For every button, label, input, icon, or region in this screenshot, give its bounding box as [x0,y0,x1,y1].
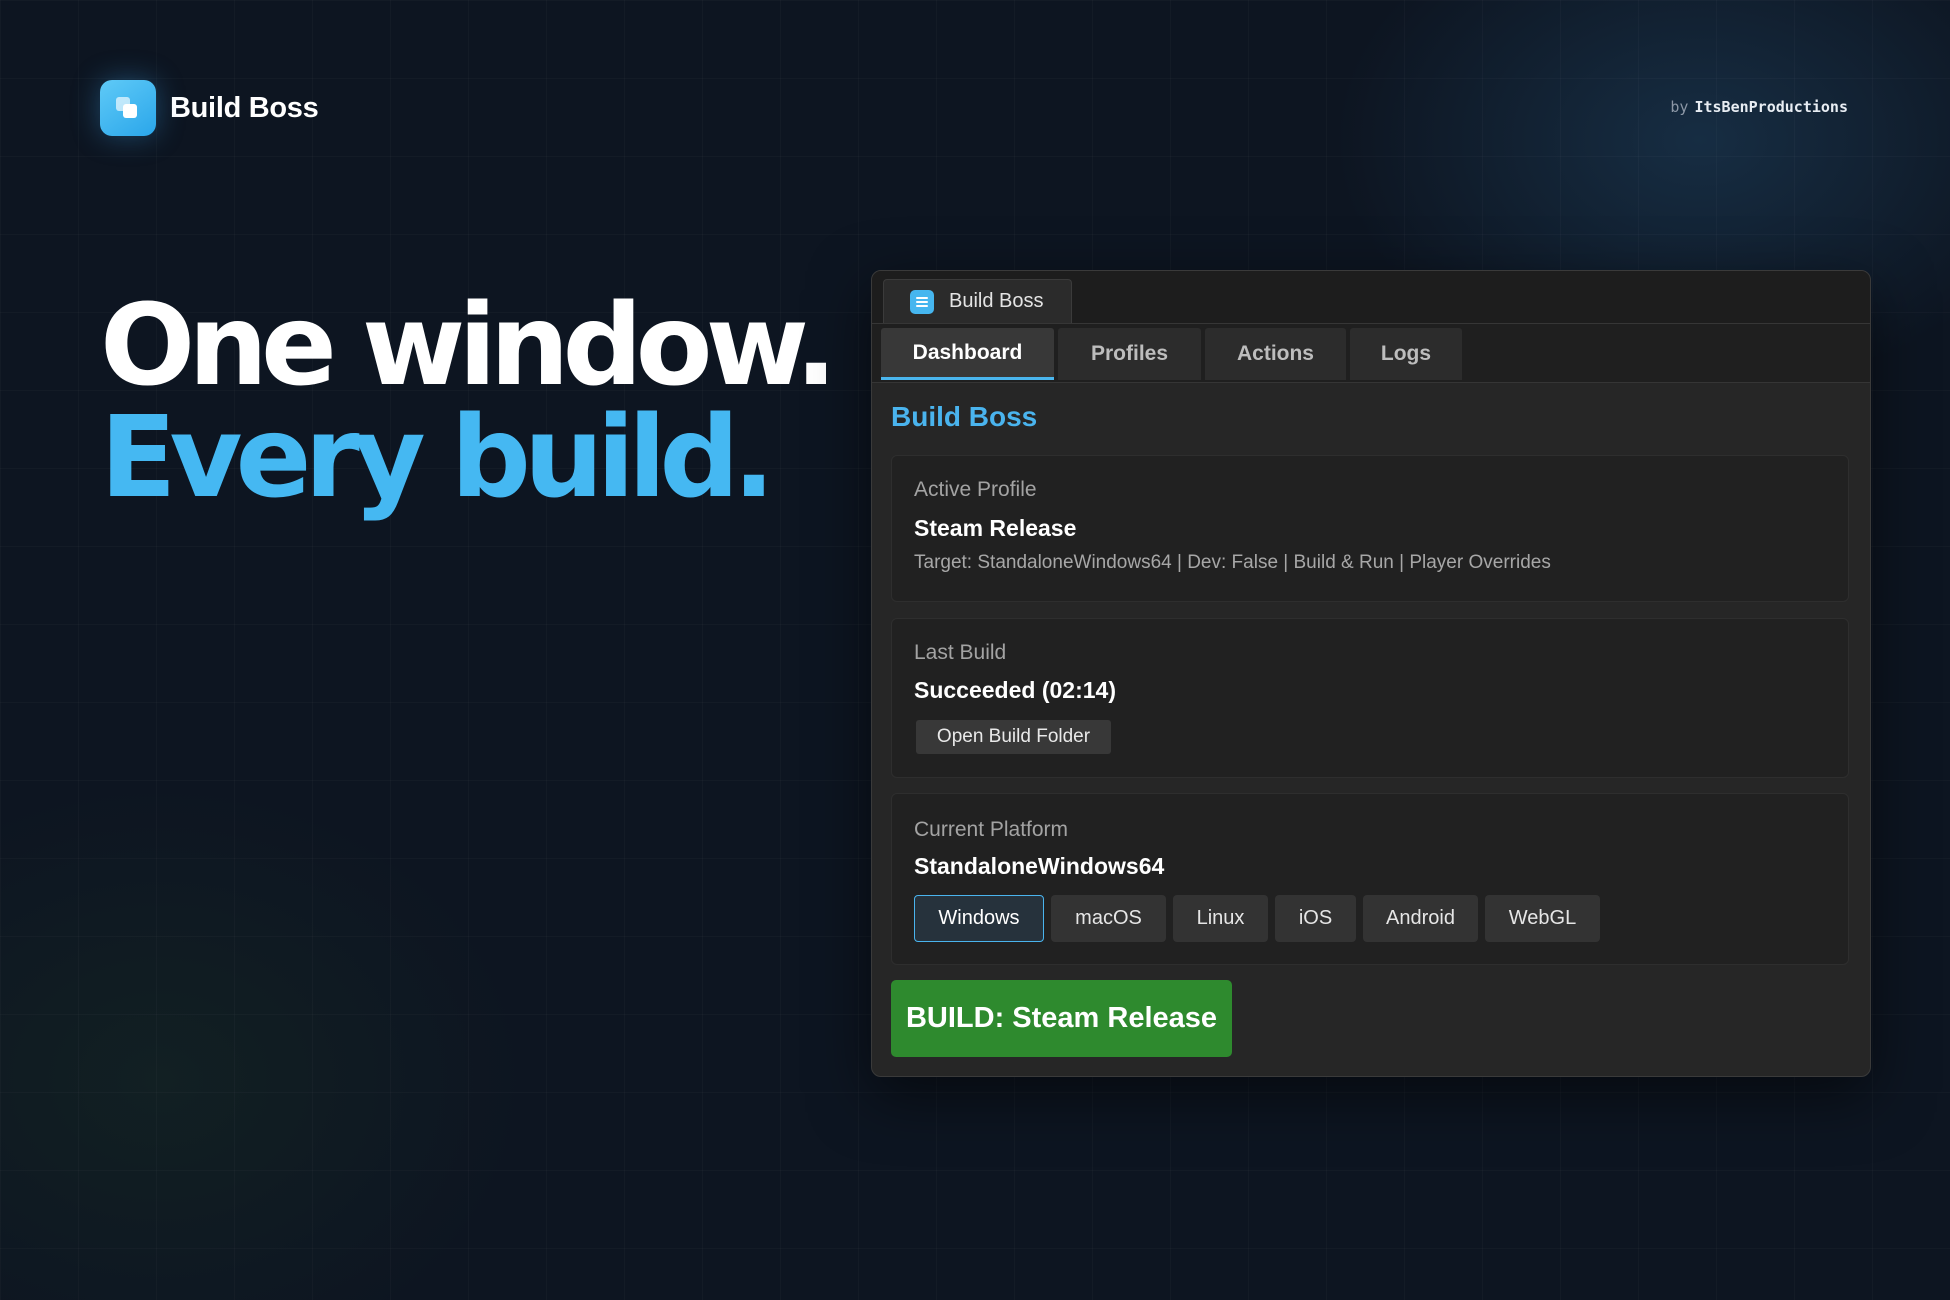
last-build-value: Succeeded (02:14) [914,677,1116,703]
platform-ios-button[interactable]: iOS [1275,895,1356,942]
tab-dashboard[interactable]: Dashboard [881,328,1054,380]
tab-bar: Dashboard Profiles Actions Logs [872,324,1870,383]
platform-windows-button[interactable]: Windows [914,895,1044,942]
build-boss-logo-icon [100,80,156,136]
platform-linux-button[interactable]: Linux [1173,895,1268,942]
active-profile-card: Active Profile Steam Release Target: Sta… [891,455,1849,602]
panel-title: Build Boss [891,401,1038,432]
platform-android-button[interactable]: Android [1363,895,1478,942]
last-build-card: Last Build Succeeded (02:14) Open Build … [891,618,1849,778]
byline-prefix: by [1670,98,1689,116]
platform-macos-button[interactable]: macOS [1051,895,1166,942]
window-app-icon [910,289,934,314]
tab-profiles[interactable]: Profiles [1058,328,1201,380]
hero-line-2: Every build. [100,393,775,523]
app-window: Build Boss Dashboard Profiles Actions Lo… [871,270,1871,1077]
brand-logo: Build Boss [100,80,319,136]
current-platform-label: Current Platform [914,818,1069,841]
open-build-folder-button[interactable]: Open Build Folder [916,720,1111,754]
tab-actions[interactable]: Actions [1205,328,1346,380]
byline: by ItsBenProductions [1670,98,1848,116]
window-title-tab[interactable]: Build Boss [883,279,1072,323]
build-button[interactable]: BUILD: Steam Release [891,980,1232,1057]
active-profile-value: Steam Release [914,515,1077,541]
tab-logs[interactable]: Logs [1350,328,1462,380]
current-platform-value: StandaloneWindows64 [914,853,1165,879]
hero-headline: One window. Every build. [100,281,837,523]
platform-webgl-button[interactable]: WebGL [1485,895,1600,942]
active-profile-detail: Target: StandaloneWindows64 | Dev: False… [914,552,1551,573]
current-platform-card: Current Platform StandaloneWindows64 Win… [891,793,1849,965]
window-titlebar: Build Boss [872,271,1870,324]
hero-line-1: One window. [100,281,837,411]
window-title: Build Boss [949,290,1044,312]
last-build-label: Last Build [914,641,1007,664]
brand-name: Build Boss [170,91,319,124]
byline-author: ItsBenProductions [1694,98,1848,116]
active-profile-label: Active Profile [914,478,1037,501]
